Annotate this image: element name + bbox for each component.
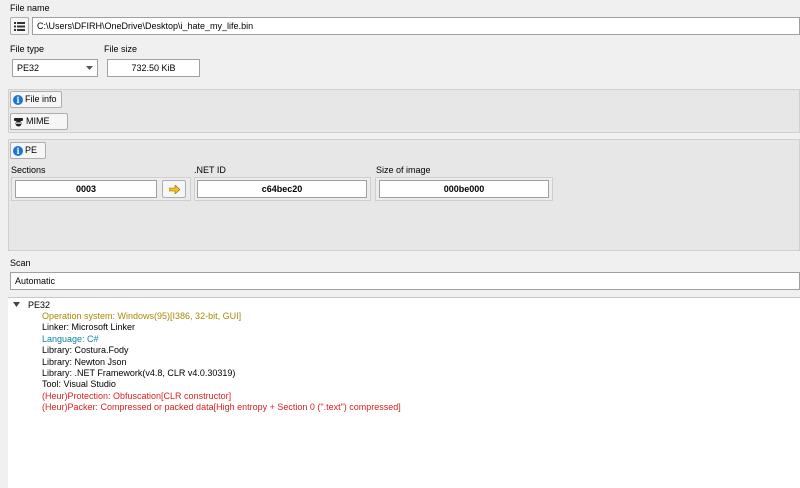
size-of-image-field[interactable]: 000be000 <box>379 180 549 198</box>
file-type-value: PE32 <box>17 63 40 73</box>
arrow-right-icon <box>168 184 180 194</box>
result-line[interactable]: Library: .NET Framework(v4.8, CLR v4.0.3… <box>42 368 235 379</box>
file-size-label: File size <box>104 44 138 54</box>
file-info-panel <box>8 89 800 133</box>
result-line[interactable]: Operation system: Windows(95)[I386, 32-b… <box>42 311 241 322</box>
file-menu-button[interactable] <box>10 17 29 35</box>
result-line[interactable]: (Heur)Packer: Compressed or packed data[… <box>42 402 401 413</box>
pe-button[interactable]: i PE <box>10 142 46 159</box>
sections-open-button[interactable] <box>162 180 186 198</box>
pe-label: PE <box>25 145 38 155</box>
result-line[interactable]: Language: C# <box>42 334 99 345</box>
scan-mode-value: Automatic <box>15 276 56 286</box>
sections-label: Sections <box>11 165 46 175</box>
size-of-image-label: Size of image <box>376 165 431 175</box>
mime-button[interactable]: MIME <box>10 113 68 130</box>
net-id-label: .NET ID <box>194 165 226 175</box>
file-type-select[interactable]: PE32 <box>12 59 98 77</box>
list-icon <box>14 21 25 31</box>
mime-icon <box>14 117 23 126</box>
file-info-button[interactable]: i File info <box>10 91 62 108</box>
result-line[interactable]: Library: Newton Json <box>42 357 127 368</box>
result-line[interactable]: (Heur)Protection: Obfuscation[CLR constr… <box>42 391 231 402</box>
chevron-down-icon <box>86 66 93 70</box>
tree-root-pe32[interactable]: PE32 <box>28 300 50 310</box>
net-id-field[interactable]: c64bec20 <box>197 180 367 198</box>
result-line[interactable]: Library: Costura.Fody <box>42 345 129 356</box>
file-info-label: File info <box>25 94 57 104</box>
file-name-label: File name <box>10 3 50 13</box>
expand-arrow-icon[interactable] <box>13 302 20 307</box>
result-line[interactable]: Tool: Visual Studio <box>42 379 116 390</box>
scan-mode-select[interactable]: Automatic <box>10 272 800 290</box>
file-size-field[interactable]: 732.50 KiB <box>107 59 200 77</box>
mime-label: MIME <box>26 116 50 126</box>
result-line[interactable]: Linker: Microsoft Linker <box>42 322 135 333</box>
scan-label: Scan <box>10 258 31 268</box>
info-icon: i <box>13 145 23 156</box>
info-icon: i <box>13 94 23 105</box>
sections-field[interactable]: 0003 <box>15 180 157 198</box>
file-path-input[interactable]: C:\Users\DFIRH\OneDrive\Desktop\i_hate_m… <box>32 17 800 35</box>
file-type-label: File type <box>10 44 45 54</box>
